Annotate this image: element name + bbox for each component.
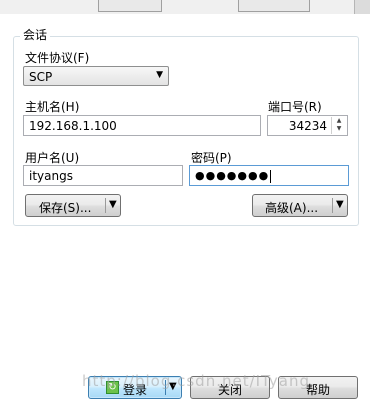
scrollbar[interactable]: [354, 0, 370, 14]
user-label: 用户名(U): [25, 151, 80, 165]
password-label: 密码(P): [191, 151, 232, 165]
host-value: 192.168.1.100: [29, 119, 117, 133]
spin-up-icon[interactable]: ▲: [332, 117, 346, 125]
protocol-select[interactable]: SCP ▼: [23, 66, 169, 86]
protocol-label: 文件协议(F): [25, 51, 90, 65]
spin-down-icon[interactable]: ▼: [332, 125, 346, 133]
port-input[interactable]: 34234 ▲ ▼: [267, 115, 348, 136]
protocol-value: SCP: [29, 70, 53, 84]
top-tab[interactable]: [98, 0, 162, 12]
dropdown-arrow-icon[interactable]: ▼: [336, 199, 344, 210]
advanced-button-label: 高级(A)...: [265, 201, 319, 215]
port-label: 端口号(R): [268, 100, 322, 114]
chevron-down-icon: ▼: [156, 70, 163, 80]
port-value: 34234: [288, 119, 327, 133]
port-spinner[interactable]: ▲ ▼: [331, 117, 346, 134]
user-value: ityangs: [29, 169, 73, 183]
watermark: http://blog.csdn.net/ITyang: [82, 372, 310, 390]
password-value: ●●●●●●●: [195, 169, 272, 183]
split-divider: [105, 198, 106, 213]
advanced-button[interactable]: 高级(A)... ▼: [252, 194, 348, 217]
split-divider: [332, 198, 333, 213]
dropdown-arrow-icon[interactable]: ▼: [109, 199, 117, 210]
text-caret: [270, 169, 272, 183]
password-mask: ●●●●●●●: [195, 169, 270, 182]
user-input[interactable]: ityangs: [23, 165, 183, 186]
save-button-label: 保存(S)...: [39, 201, 92, 215]
host-input[interactable]: 192.168.1.100: [23, 115, 261, 136]
host-label: 主机名(H): [25, 100, 80, 114]
session-group-title: 会话: [20, 26, 51, 43]
top-tab[interactable]: [238, 0, 310, 12]
save-button[interactable]: 保存(S)... ▼: [25, 194, 121, 217]
top-toolbar-strip: [0, 0, 370, 14]
password-input[interactable]: ●●●●●●●: [189, 165, 349, 186]
